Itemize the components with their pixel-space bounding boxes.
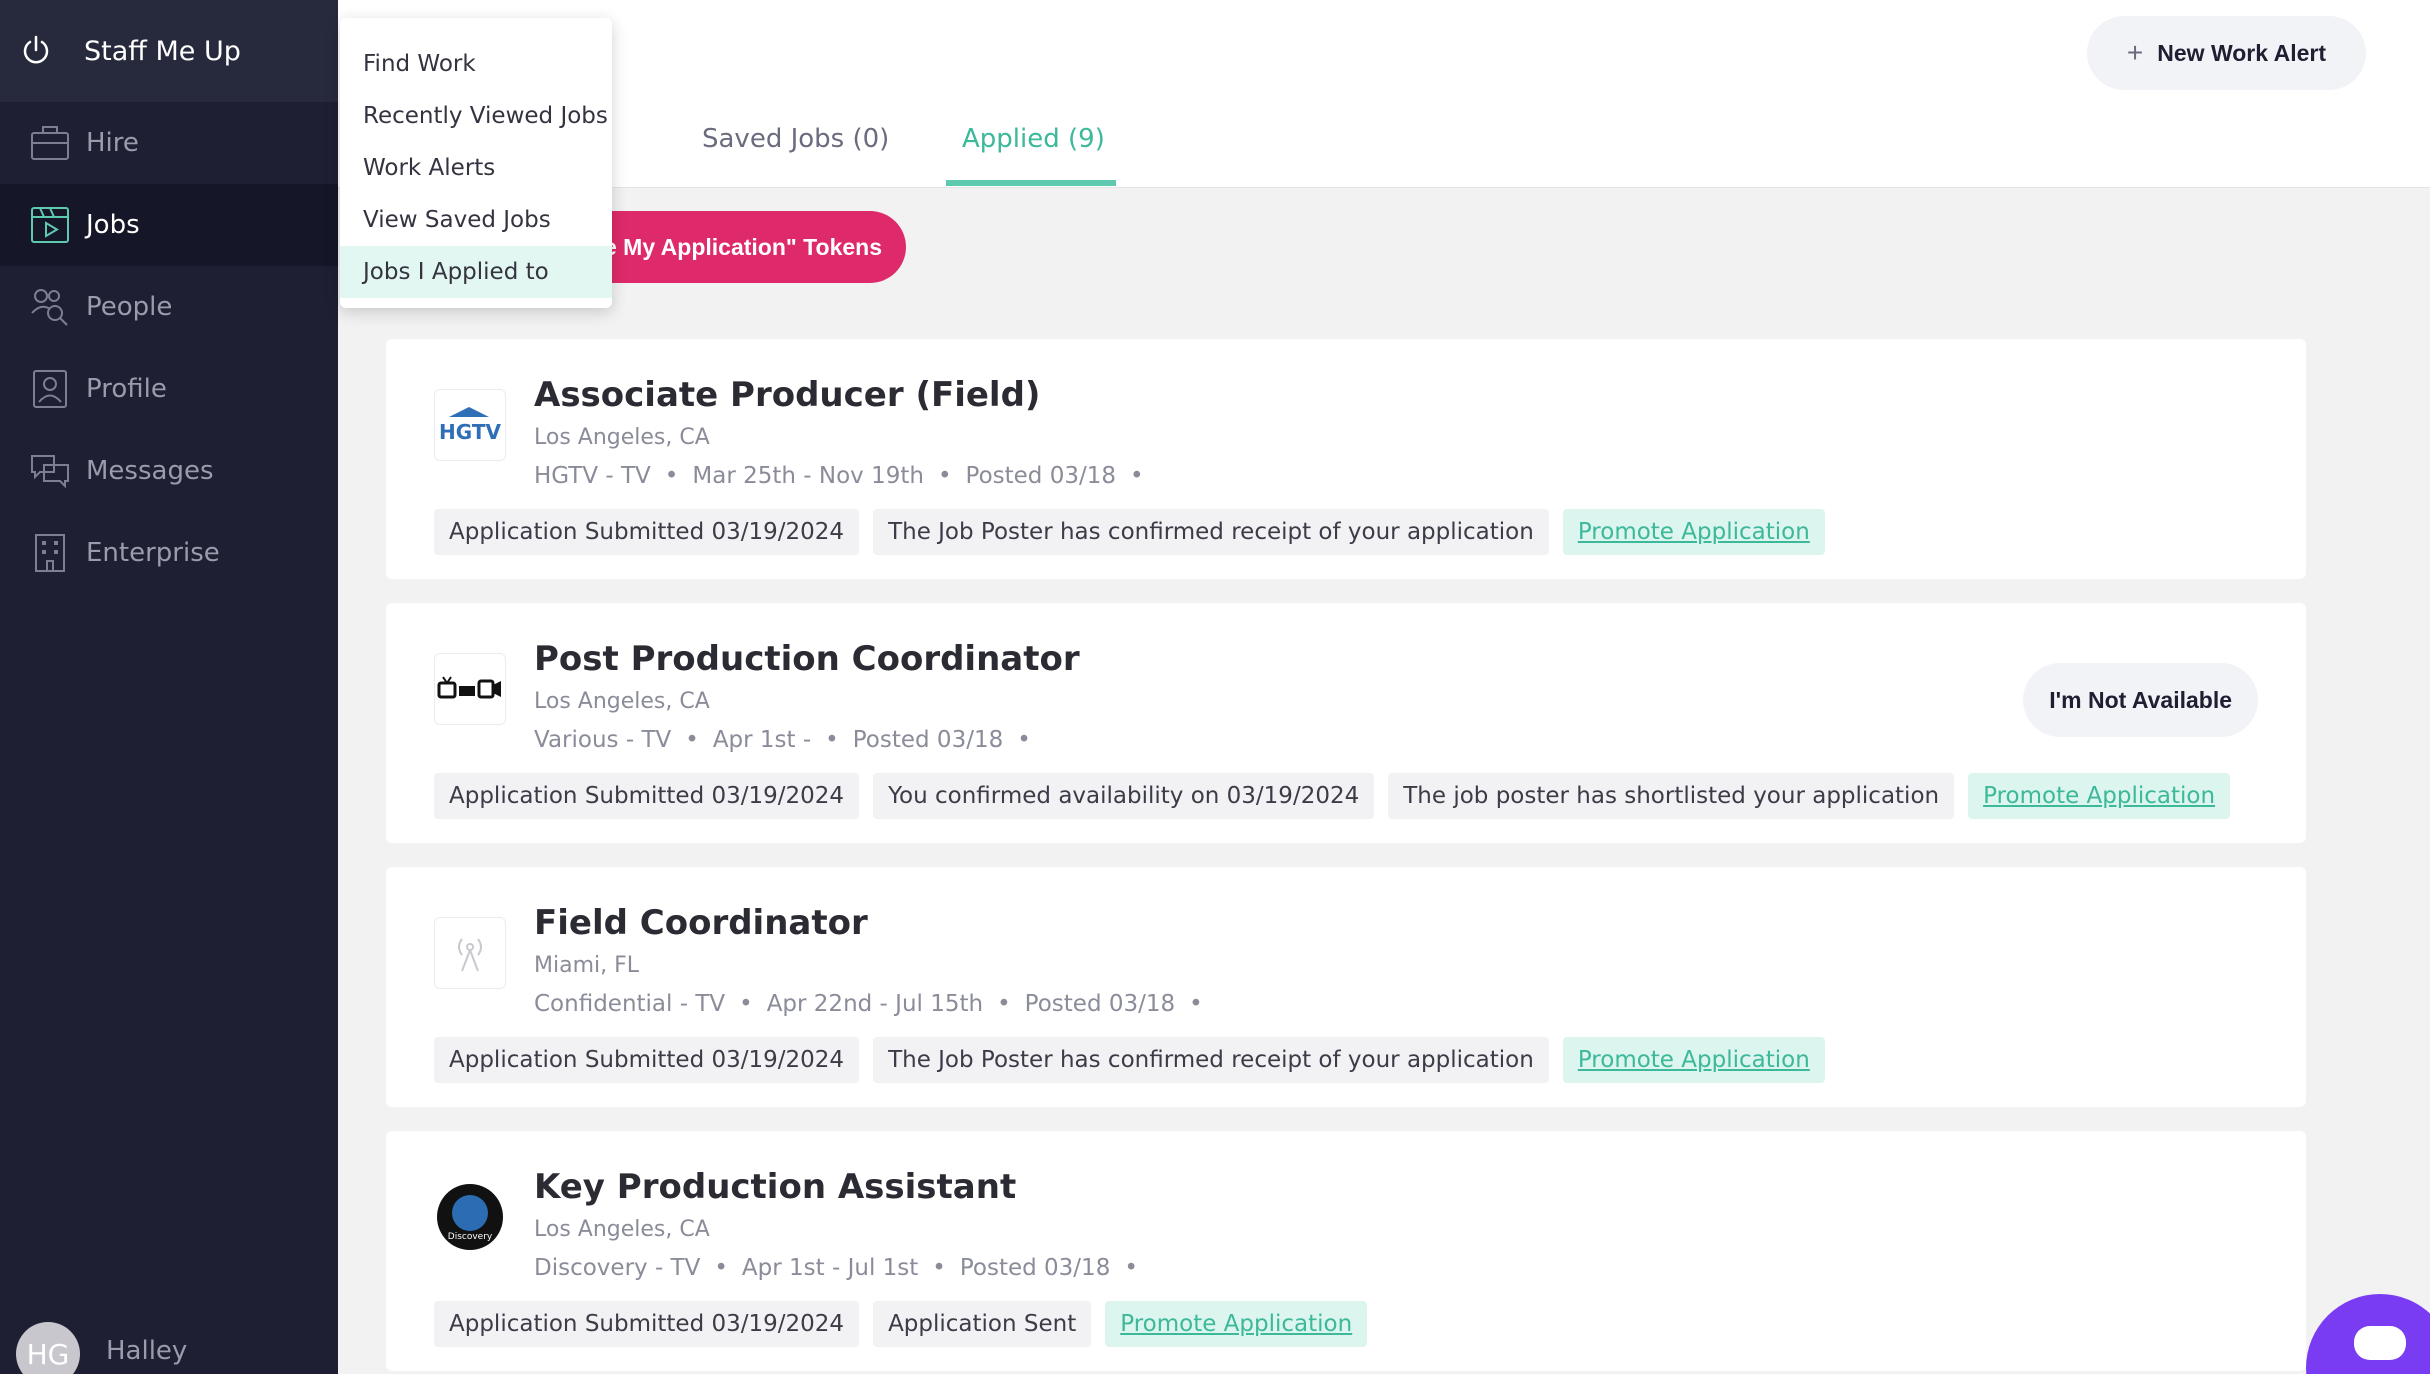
- menu-item-jobs-applied-to[interactable]: Jobs I Applied to: [340, 246, 612, 298]
- status-badge: Application Submitted 03/19/2024: [434, 773, 860, 819]
- job-card[interactable]: HGTV Associate Producer (Field) Los Ange…: [386, 339, 2306, 579]
- status-badge: Application Sent: [873, 1301, 1092, 1347]
- user-name: Halley: [106, 1336, 188, 1366]
- job-posted: Posted 03/18: [852, 727, 1004, 753]
- menu-item-work-alerts[interactable]: Work Alerts: [340, 142, 612, 194]
- tab-saved-jobs[interactable]: Saved Jobs (0): [702, 124, 889, 154]
- job-title[interactable]: Key Production Assistant: [534, 1167, 1016, 1207]
- broadcast-tower-icon: [434, 917, 506, 989]
- sidebar-item-messages[interactable]: Messages: [0, 430, 338, 512]
- sidebar-item-label: Messages: [86, 456, 214, 486]
- status-badge: The Job Poster has confirmed receipt of …: [873, 1037, 1549, 1083]
- job-meta: Various - TV • Apr 1st - • Posted 03/18 •: [534, 727, 1031, 753]
- sidebar-item-label: Profile: [86, 374, 167, 404]
- sidebar-item-profile[interactable]: Profile: [0, 348, 338, 430]
- status-badge: The Job Poster has confirmed receipt of …: [873, 509, 1549, 555]
- sidebar: Staff Me Up Hire Jobs People Profile Mes…: [0, 0, 338, 1374]
- people-search-icon: [30, 287, 70, 327]
- active-tab-indicator: [946, 180, 1116, 186]
- briefcase-icon: [30, 123, 70, 163]
- job-card[interactable]: Post Production Coordinator Los Angeles,…: [386, 603, 2306, 843]
- sidebar-nav: Hire Jobs People Profile Messages Enterp…: [0, 102, 338, 594]
- tv-camera-logo: [434, 653, 506, 725]
- promote-application-link[interactable]: Promote Application: [1968, 773, 2231, 819]
- discovery-logo-text: Discovery: [448, 1232, 493, 1242]
- job-company: Various - TV: [534, 727, 672, 753]
- job-meta: HGTV - TV • Mar 25th - Nov 19th • Posted 03/…: [534, 463, 1144, 489]
- job-location: Miami, FL: [534, 953, 640, 978]
- job-dates: Apr 1st - Jul 1st: [741, 1255, 919, 1281]
- menu-item-recently-viewed-jobs[interactable]: Recently Viewed Jobs: [340, 90, 612, 142]
- job-company: Confidential - TV: [534, 991, 726, 1017]
- job-location: Los Angeles, CA: [534, 425, 710, 450]
- status-badge: You confirmed availability on 03/19/2024: [873, 773, 1375, 819]
- job-title[interactable]: Post Production Coordinator: [534, 639, 1080, 679]
- sidebar-item-label: Hire: [86, 128, 139, 158]
- sidebar-item-hire[interactable]: Hire: [0, 102, 338, 184]
- user-menu[interactable]: HG Halley: [16, 1322, 187, 1374]
- promote-application-link[interactable]: Promote Application: [1105, 1301, 1368, 1347]
- job-dates: Mar 25th - Nov 19th: [692, 463, 924, 489]
- job-card[interactable]: Discovery Key Production Assistant Los A…: [386, 1131, 2306, 1371]
- sidebar-item-people[interactable]: People: [0, 266, 338, 348]
- promote-application-link[interactable]: Promote Application: [1562, 509, 1825, 555]
- job-location: Los Angeles, CA: [534, 1217, 710, 1242]
- status-tags: Application Submitted 03/19/2024 You con…: [434, 773, 2231, 819]
- menu-item-view-saved-jobs[interactable]: View Saved Jobs: [340, 194, 612, 246]
- job-posted: Posted 03/18: [959, 1255, 1111, 1281]
- page-header: rk + New Work Alert Saved Jobs (0) Appli…: [338, 0, 2430, 188]
- job-company: Discovery - TV: [534, 1255, 701, 1281]
- chat-icon: [2352, 1324, 2408, 1372]
- job-title[interactable]: Associate Producer (Field): [534, 375, 1040, 415]
- jobs-dropdown-menu: Find Work Recently Viewed Jobs Work Aler…: [340, 18, 612, 308]
- sidebar-item-label: Jobs: [86, 210, 140, 240]
- job-posted: Posted 03/18: [965, 463, 1116, 489]
- brand-name: Staff Me Up: [84, 35, 241, 67]
- sidebar-item-jobs[interactable]: Jobs: [0, 184, 338, 266]
- profile-icon: [30, 369, 70, 409]
- new-work-alert-button[interactable]: + New Work Alert: [2086, 16, 2366, 90]
- status-badge: Application Submitted 03/19/2024: [434, 509, 860, 555]
- chat-bubbles-icon: [30, 451, 70, 491]
- hgtv-logo: HGTV: [434, 389, 506, 461]
- status-tags: Application Submitted 03/19/2024 The Job…: [434, 509, 1825, 555]
- brand[interactable]: Staff Me Up: [0, 0, 338, 102]
- menu-item-find-work[interactable]: Find Work: [340, 38, 612, 90]
- tab-applied[interactable]: Applied (9): [962, 124, 1105, 154]
- discovery-logo: Discovery: [434, 1181, 506, 1253]
- job-company: HGTV - TV: [534, 463, 651, 489]
- status-tags: Application Submitted 03/19/2024 Applica…: [434, 1301, 1368, 1347]
- not-available-button[interactable]: I'm Not Available: [2023, 663, 2258, 737]
- status-tags: Application Submitted 03/19/2024 The Job…: [434, 1037, 1825, 1083]
- new-work-alert-label: New Work Alert: [2157, 39, 2326, 66]
- sidebar-item-label: People: [86, 292, 173, 322]
- clapperboard-icon: [30, 205, 70, 245]
- status-badge: The job poster has shortlisted your appl…: [1388, 773, 1955, 819]
- status-badge: Application Submitted 03/19/2024: [434, 1037, 860, 1083]
- promote-application-link[interactable]: Promote Application: [1562, 1037, 1825, 1083]
- job-location: Los Angeles, CA: [534, 689, 710, 714]
- plus-icon: +: [2126, 37, 2144, 68]
- chat-launcher-button[interactable]: [2306, 1294, 2430, 1374]
- job-meta: Discovery - TV • Apr 1st - Jul 1st • Posted …: [534, 1255, 1138, 1281]
- sidebar-item-enterprise[interactable]: Enterprise: [0, 512, 338, 594]
- avatar: HG: [16, 1322, 80, 1374]
- job-dates: Apr 1st -: [712, 727, 812, 753]
- hgtv-logo-text: HGTV: [439, 420, 501, 444]
- job-card[interactable]: Field Coordinator Miami, FL Confidential…: [386, 867, 2306, 1107]
- job-title[interactable]: Field Coordinator: [534, 903, 868, 943]
- job-meta: Confidential - TV • Apr 22nd - Jul 15th • Po…: [534, 991, 1203, 1017]
- job-posted: Posted 03/18: [1024, 991, 1176, 1017]
- power-icon: [18, 33, 54, 69]
- building-icon: [30, 533, 70, 573]
- job-dates: Apr 22nd - Jul 15th: [766, 991, 984, 1017]
- sidebar-item-label: Enterprise: [86, 538, 220, 568]
- status-badge: Application Submitted 03/19/2024: [434, 1301, 860, 1347]
